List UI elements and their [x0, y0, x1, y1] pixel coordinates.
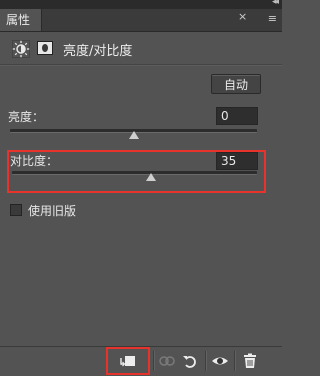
footer-separator [234, 351, 236, 371]
properties-header: 亮度/对比度 [0, 32, 282, 64]
collapse-panel-button[interactable]: ◂◂ [272, 0, 279, 7]
view-previous-state-icon[interactable] [158, 353, 176, 369]
contrast-input[interactable]: 35 [216, 152, 258, 170]
header-divider [0, 64, 282, 66]
tab-properties[interactable]: 属性 [0, 9, 42, 31]
panel-title: 亮度/对比度 [63, 44, 133, 59]
footer-separator [153, 351, 155, 371]
layer-mask-icon[interactable] [37, 41, 53, 55]
contrast-slider-track[interactable] [12, 171, 257, 175]
trash-icon[interactable] [241, 353, 259, 369]
close-icon[interactable]: × [238, 10, 247, 23]
panel-menu-icon[interactable]: ≡ [268, 12, 277, 25]
clip-to-layer-icon[interactable] [119, 353, 137, 369]
reset-icon[interactable] [181, 353, 199, 369]
eye-icon[interactable] [211, 353, 229, 369]
brightness-contrast-icon [12, 40, 30, 58]
properties-footer [0, 346, 282, 376]
auto-button[interactable]: 自动 [211, 74, 261, 94]
panel-titlebar: ◂◂ [0, 0, 282, 9]
brightness-label: 亮度： [8, 110, 45, 124]
brightness-slider-thumb[interactable] [128, 131, 139, 139]
legacy-label: 使用旧版 [28, 204, 77, 218]
brightness-input[interactable]: 0 [216, 107, 258, 125]
footer-separator [205, 351, 207, 371]
panel-tabbar: 属性 × ≡ [0, 9, 282, 32]
legacy-checkbox[interactable] [10, 204, 22, 216]
contrast-label: 对比度： [10, 154, 59, 168]
contrast-slider-thumb[interactable] [145, 173, 156, 181]
